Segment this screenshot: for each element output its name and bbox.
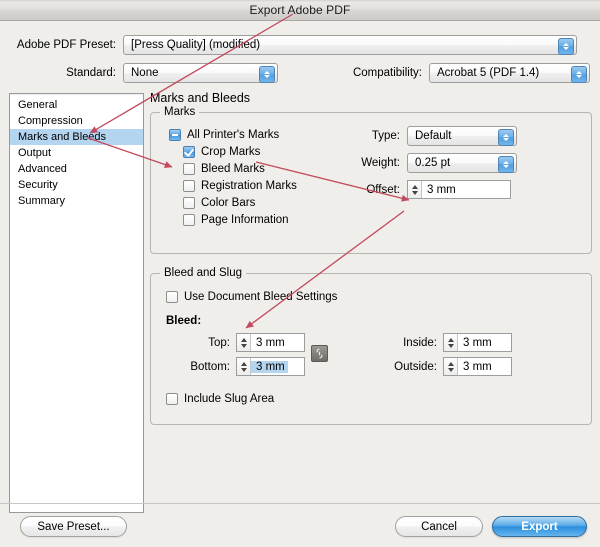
compatibility-label: Compatibility: bbox=[352, 67, 422, 79]
stepper-icon[interactable] bbox=[408, 181, 422, 198]
stepper-icon[interactable] bbox=[444, 358, 458, 375]
offset-row: Offset: 3 mm bbox=[347, 180, 511, 199]
checkbox-page-information[interactable]: Page Information bbox=[183, 211, 297, 228]
bleed-bottom-row: Bottom: 3 mm bbox=[169, 357, 305, 376]
compatibility-value: Acrobat 5 (PDF 1.4) bbox=[437, 67, 540, 79]
window-title: Export Adobe PDF bbox=[249, 3, 351, 17]
chain-link-icon[interactable] bbox=[311, 345, 328, 362]
sidebar-item-output[interactable]: Output bbox=[10, 145, 143, 161]
bleed-inside-row: Inside: 3 mm bbox=[389, 333, 512, 352]
sidebar-item-general[interactable]: General bbox=[10, 97, 143, 113]
type-dropdown[interactable]: Default bbox=[407, 126, 517, 146]
bleed-outside-label: Outside: bbox=[394, 360, 437, 373]
bleed-outside-row: Outside: 3 mm bbox=[383, 357, 512, 376]
bleed-bottom-label: Bottom: bbox=[190, 360, 230, 373]
stepper-icon[interactable] bbox=[237, 358, 251, 375]
checkbox-mixed-icon[interactable] bbox=[169, 128, 181, 141]
checkbox-label: Bleed Marks bbox=[201, 162, 265, 175]
weight-value: 0.25 pt bbox=[415, 157, 451, 169]
bleed-section-label: Bleed: bbox=[166, 315, 202, 327]
sidebar-item-marks-and-bleeds[interactable]: Marks and Bleeds bbox=[10, 129, 143, 145]
bleed-outside-field[interactable]: 3 mm bbox=[443, 357, 512, 376]
stepper-icon[interactable] bbox=[237, 334, 251, 351]
compatibility-row: Compatibility: Acrobat 5 (PDF 1.4) bbox=[330, 63, 590, 83]
offset-field[interactable]: 3 mm bbox=[407, 180, 511, 199]
bleed-and-slug-group: Bleed and Slug Use Document Bleed Settin… bbox=[150, 267, 592, 425]
preset-label: Adobe PDF Preset: bbox=[16, 39, 116, 51]
checkbox-label: Page Information bbox=[201, 213, 289, 226]
offset-value: 3 mm bbox=[427, 183, 456, 196]
weight-dropdown[interactable]: 0.25 pt bbox=[407, 153, 517, 173]
type-value: Default bbox=[415, 130, 452, 142]
type-row: Type: Default bbox=[347, 126, 517, 146]
checkbox-crop-marks[interactable]: Crop Marks bbox=[183, 143, 297, 160]
bleed-top-label: Top: bbox=[208, 336, 230, 349]
bleed-bottom-value: 3 mm bbox=[251, 360, 288, 373]
checkbox-unchecked-icon[interactable] bbox=[183, 213, 195, 226]
sidebar-item-compression[interactable]: Compression bbox=[10, 113, 143, 129]
bleed-inside-value: 3 mm bbox=[463, 336, 492, 349]
sidebar-item-summary[interactable]: Summary bbox=[10, 193, 143, 209]
type-label: Type: bbox=[371, 130, 400, 142]
page-title: Marks and Bleeds bbox=[150, 91, 251, 105]
checkbox-label: Use Document Bleed Settings bbox=[184, 290, 338, 303]
checkbox-bleed-marks[interactable]: Bleed Marks bbox=[183, 160, 297, 177]
stepper-icon[interactable] bbox=[444, 334, 458, 351]
checkbox-unchecked-icon[interactable] bbox=[183, 179, 195, 192]
checkbox-label: All Printer's Marks bbox=[187, 128, 280, 141]
checkbox-label: Registration Marks bbox=[201, 179, 297, 192]
chevron-updown-icon[interactable] bbox=[498, 129, 514, 146]
titlebar-top-stripe bbox=[0, 0, 600, 3]
standard-value: None bbox=[131, 67, 159, 79]
checkbox-include-slug-area[interactable]: Include Slug Area bbox=[166, 390, 274, 407]
cancel-button[interactable]: Cancel bbox=[395, 516, 483, 537]
export-button[interactable]: Export bbox=[492, 516, 587, 537]
bleed-top-row: Top: 3 mm bbox=[185, 333, 305, 352]
checkbox-label: Crop Marks bbox=[201, 145, 261, 158]
standard-dropdown[interactable]: None bbox=[123, 63, 278, 83]
bleed-inside-label: Inside: bbox=[403, 336, 437, 349]
chevron-updown-icon[interactable] bbox=[558, 38, 574, 55]
checkbox-unchecked-icon[interactable] bbox=[183, 162, 195, 175]
checkbox-unchecked-icon[interactable] bbox=[183, 196, 195, 209]
checkbox-label: Include Slug Area bbox=[184, 392, 275, 405]
sidebar-item-security[interactable]: Security bbox=[10, 177, 143, 193]
window-titlebar: Export Adobe PDF bbox=[0, 0, 600, 21]
export-adobe-pdf-dialog: Export Adobe PDF Adobe PDF Preset: [Pres… bbox=[0, 0, 600, 547]
checkbox-unchecked-icon[interactable] bbox=[166, 290, 178, 303]
preset-dropdown[interactable]: [Press Quality] (modified) bbox=[123, 35, 577, 55]
checkbox-label: Color Bars bbox=[201, 196, 256, 209]
offset-label: Offset: bbox=[366, 183, 400, 196]
checkbox-checked-icon[interactable] bbox=[183, 145, 195, 158]
checkbox-use-document-bleed-settings[interactable]: Use Document Bleed Settings bbox=[166, 288, 337, 305]
marks-group-legend: Marks bbox=[160, 106, 200, 118]
standard-label: Standard: bbox=[66, 67, 116, 79]
preset-row: Adobe PDF Preset: [Press Quality] (modif… bbox=[0, 35, 580, 55]
checkbox-color-bars[interactable]: Color Bars bbox=[183, 194, 297, 211]
standard-row: Standard: None bbox=[0, 63, 278, 83]
bleed-bottom-field[interactable]: 3 mm bbox=[236, 357, 305, 376]
dialog-body: Adobe PDF Preset: [Press Quality] (modif… bbox=[0, 21, 600, 547]
bleed-top-field[interactable]: 3 mm bbox=[236, 333, 305, 352]
checkbox-unchecked-icon[interactable] bbox=[166, 392, 178, 405]
bleed-outside-value: 3 mm bbox=[463, 360, 492, 373]
preset-value: [Press Quality] (modified) bbox=[131, 39, 261, 51]
footer-divider bbox=[0, 503, 600, 504]
compatibility-dropdown[interactable]: Acrobat 5 (PDF 1.4) bbox=[429, 63, 590, 83]
sidebar-item-advanced[interactable]: Advanced bbox=[10, 161, 143, 177]
save-preset-button[interactable]: Save Preset... bbox=[20, 516, 127, 537]
marks-and-bleeds-pane: Marks and Bleeds Marks All Printer's Mar… bbox=[150, 91, 592, 425]
weight-label: Weight: bbox=[361, 157, 400, 169]
chevron-updown-icon[interactable] bbox=[498, 156, 514, 173]
settings-category-list[interactable]: General Compression Marks and Bleeds Out… bbox=[9, 93, 144, 513]
bleed-and-slug-legend: Bleed and Slug bbox=[160, 267, 247, 279]
marks-group: Marks All Printer's Marks Crop Marks Ble… bbox=[150, 106, 592, 254]
bleed-top-value: 3 mm bbox=[256, 336, 285, 349]
checkbox-all-printers-marks[interactable]: All Printer's Marks bbox=[169, 126, 297, 143]
chevron-updown-icon[interactable] bbox=[571, 66, 587, 83]
checkbox-registration-marks[interactable]: Registration Marks bbox=[183, 177, 297, 194]
weight-row: Weight: 0.25 pt bbox=[347, 153, 517, 173]
bleed-inside-field[interactable]: 3 mm bbox=[443, 333, 512, 352]
chevron-updown-icon[interactable] bbox=[259, 66, 275, 83]
